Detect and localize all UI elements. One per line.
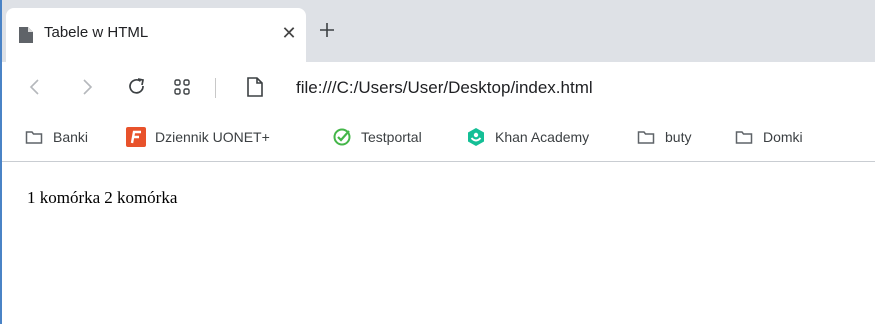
bookmark-label: buty [665,129,692,145]
address-bar[interactable]: file:///C:/Users/User/Desktop/index.html [296,78,593,98]
toolbar: file:///C:/Users/User/Desktop/index.html [2,62,875,112]
folder-icon [734,127,754,147]
bookmark-banki[interactable]: Banki [24,126,88,148]
bookmark-label: Khan Academy [495,129,590,145]
bookmarks-bar: Banki Dziennik UONET+ Testportal Khan Ac… [2,112,875,162]
bookmark-label: Banki [53,129,89,145]
apps-button[interactable] [169,74,195,100]
tab-title: Tabele w HTML [44,24,149,41]
chevron-right-icon [83,79,93,95]
khan-academy-icon [466,127,486,147]
folder-icon [24,127,44,147]
bookmark-khan-academy[interactable]: Khan Academy [466,126,589,148]
reload-button[interactable] [124,74,150,100]
close-tab-icon[interactable]: ✕ [276,20,302,46]
new-tab-button[interactable] [314,17,340,43]
file-icon [18,26,34,44]
reload-icon [129,78,145,94]
table-cell: 1 komórka [27,188,101,207]
bookmark-label: Dziennik UONET+ [155,129,270,145]
page-content: 1 komórka 2 komórka [2,163,875,324]
chevron-left-icon [29,79,39,95]
bookmark-dziennik-uonet[interactable]: Dziennik UONET+ [126,126,270,148]
bookmark-domki[interactable]: Domki [734,126,803,148]
forward-button[interactable] [74,74,100,100]
page-info-icon[interactable] [246,76,264,98]
plus-icon [320,23,334,37]
uonet-icon [126,127,146,147]
table-cell: 2 komórka [104,188,178,207]
back-button[interactable] [22,74,48,100]
tab-active[interactable]: Tabele w HTML ✕ [6,8,306,62]
html-table: 1 komórka 2 komórka [24,185,180,211]
bookmark-testportal[interactable]: Testportal [332,126,422,148]
bookmark-label: Domki [763,129,803,145]
table-row: 1 komórka 2 komórka [26,187,178,209]
bookmark-buty[interactable]: buty [636,126,691,148]
testportal-icon [332,127,352,147]
tab-strip: Tabele w HTML ✕ [2,0,875,62]
apps-grid-icon [174,79,190,95]
browser-window: Tabele w HTML ✕ file:///C:/Users/User/De… [0,0,875,324]
bookmark-label: Testportal [361,129,422,145]
toolbar-separator [215,78,216,98]
folder-icon [636,127,656,147]
